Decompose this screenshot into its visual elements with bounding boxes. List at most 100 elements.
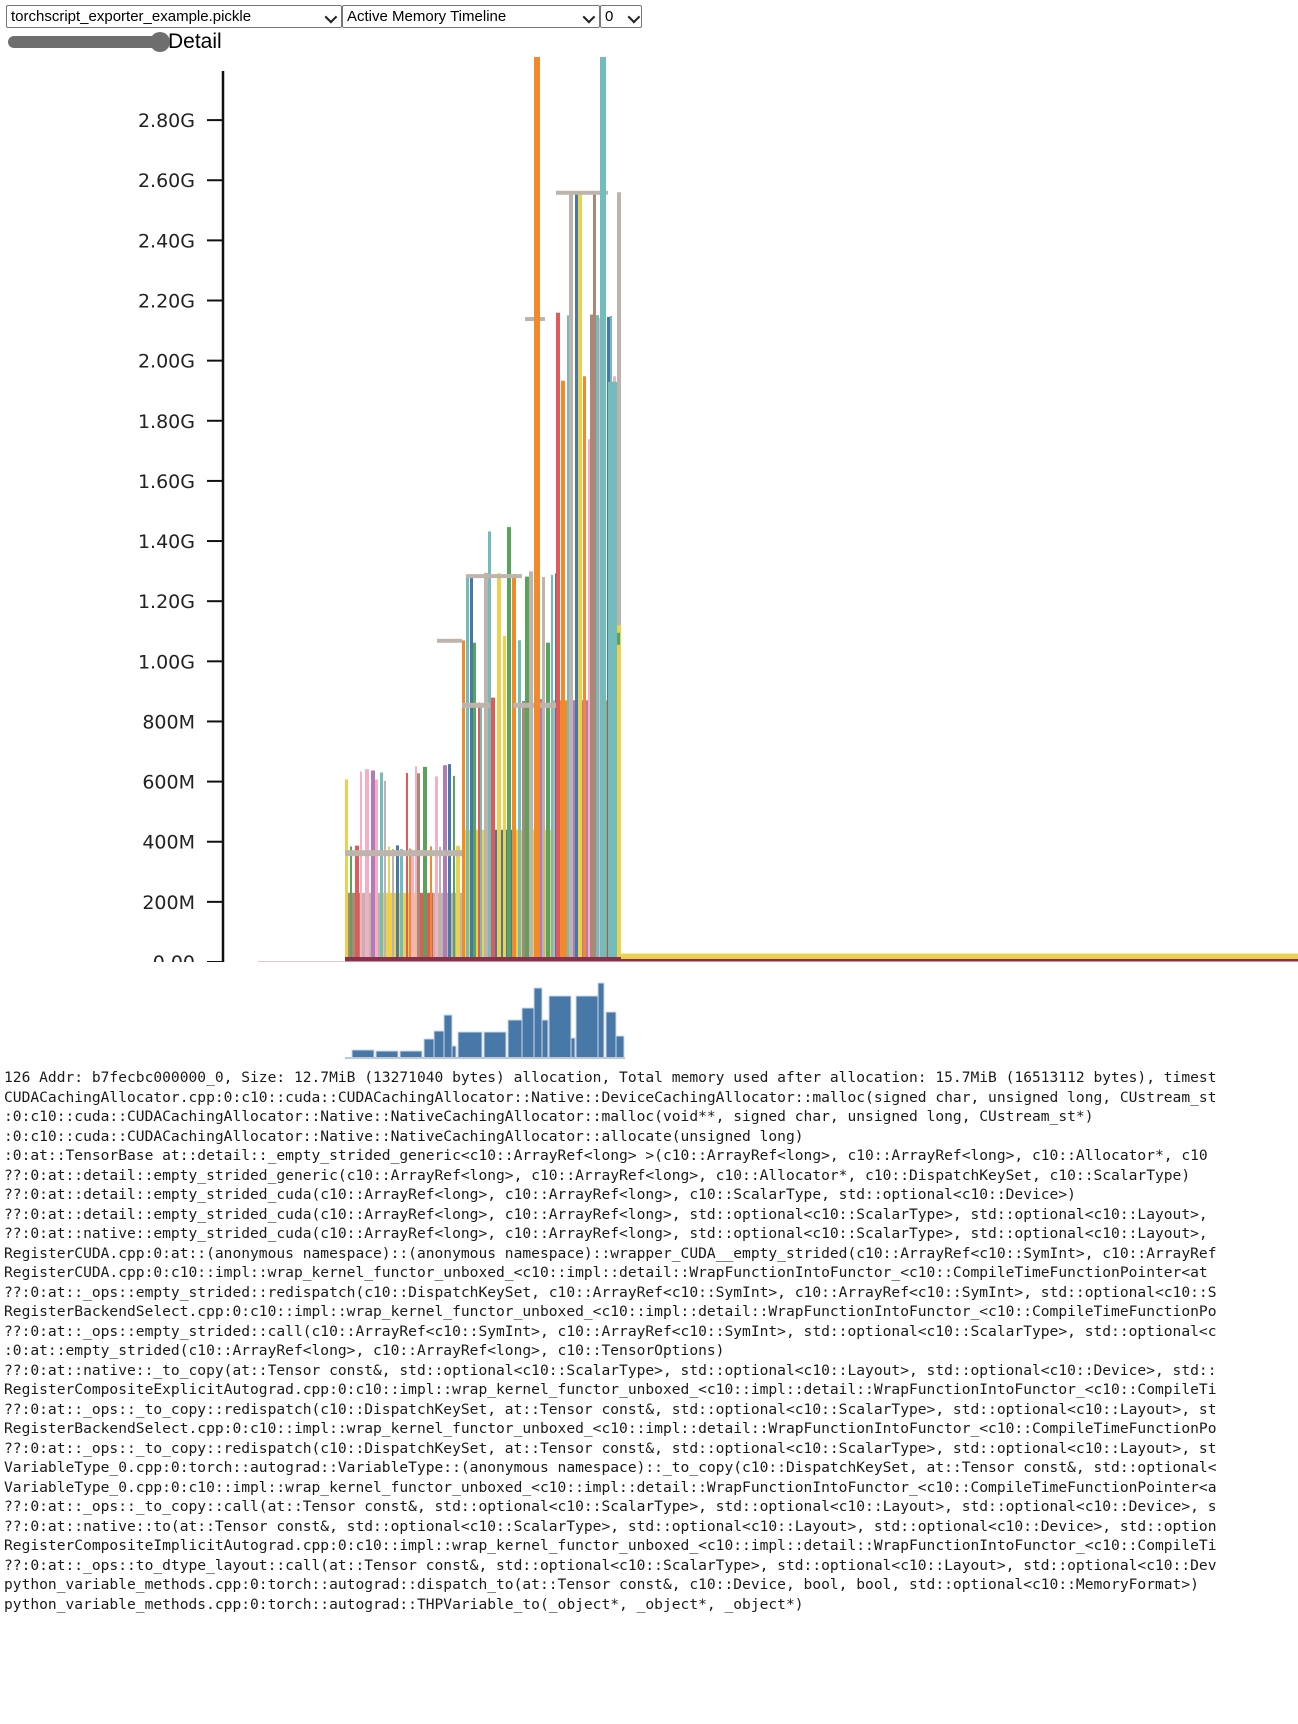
allocation-stripe[interactable]: [578, 192, 582, 962]
allocation-stripe[interactable]: [371, 770, 375, 962]
band-green-flag[interactable]: [617, 632, 620, 645]
allocation-stripe[interactable]: [569, 192, 573, 962]
allocation-stripe[interactable]: [593, 192, 596, 962]
file-select[interactable]: torchscript_exporter_example.pickle: [6, 5, 342, 28]
minimap-bar[interactable]: [351, 1049, 375, 1059]
minimap-bar[interactable]: [375, 1050, 399, 1059]
allocation-stripe[interactable]: [480, 703, 482, 962]
minimap-bar[interactable]: [507, 1019, 523, 1059]
allocation-stripe[interactable]: [473, 642, 476, 962]
plateau-1g[interactable]: [437, 638, 462, 643]
allocation-stripe[interactable]: [400, 849, 403, 962]
minimap-bar[interactable]: [483, 1031, 507, 1059]
minimap-bar[interactable]: [451, 1045, 457, 1059]
allocation-stripe[interactable]: [411, 849, 414, 962]
allocation-stripe[interactable]: [423, 766, 427, 962]
allocation-stripe[interactable]: [567, 315, 569, 962]
file-select-wrapper[interactable]: torchscript_exporter_example.pickle: [6, 5, 342, 28]
allocation-stripe[interactable]: [448, 764, 451, 962]
memory-timeline-plot[interactable]: 2.80G 2.60G 2.40G 2.20G 2.00G 1.80G 1.60G 1.40G…: [0, 57, 1298, 962]
allocation-stripe[interactable]: [430, 846, 432, 962]
allocation-stripe[interactable]: [491, 697, 495, 962]
plateau-13g[interactable]: [466, 574, 522, 579]
allocation-stripe[interactable]: [375, 779, 378, 962]
device-index-select[interactable]: 0: [600, 5, 642, 28]
minimap-bar[interactable]: [548, 995, 572, 1059]
detail-slider-knob[interactable]: [150, 32, 170, 52]
allocation-stripe[interactable]: [380, 772, 383, 962]
allocation-stripe[interactable]: [439, 846, 441, 962]
allocation-stripe[interactable]: [470, 577, 473, 962]
allocation-stripe[interactable]: [345, 779, 348, 962]
plateau-860m[interactable]: [462, 702, 490, 708]
minimap-bar[interactable]: [457, 1031, 483, 1059]
allocation-stripe[interactable]: [453, 775, 455, 962]
allocation-stripe[interactable]: [596, 315, 599, 962]
plateau-370m[interactable]: [345, 850, 462, 857]
allocation-stripe[interactable]: [525, 576, 529, 962]
allocation-stripe[interactable]: [518, 640, 521, 962]
allocation-stripe[interactable]: [588, 439, 590, 962]
allocation-stripe[interactable]: [406, 772, 408, 962]
band-teal-193g[interactable]: [608, 381, 617, 962]
allocation-stripe[interactable]: [488, 531, 491, 962]
minimap-bar[interactable]: [615, 1035, 625, 1059]
allocation-stripe[interactable]: [583, 376, 586, 962]
allocation-stripe[interactable]: [396, 845, 399, 962]
memory-timeline-svg[interactable]: 2.80G 2.60G 2.40G 2.20G 2.00G 1.80G 1.60G 1.40G…: [0, 57, 1298, 962]
allocation-stripe[interactable]: [529, 571, 533, 962]
allocation-stripe[interactable]: [575, 192, 578, 962]
allocation-stripe[interactable]: [355, 845, 359, 962]
allocation-stripe[interactable]: [507, 527, 511, 962]
allocation-stripe[interactable]: [350, 846, 352, 962]
allocation-stripe[interactable]: [415, 766, 417, 962]
allocation-stripe[interactable]: [522, 700, 525, 962]
minimap-bar[interactable]: [521, 1007, 535, 1059]
minimap-bar[interactable]: [605, 1011, 617, 1059]
allocation-stripe[interactable]: [503, 636, 506, 962]
minimap-bar[interactable]: [423, 1038, 435, 1059]
timeline-minimap-container[interactable]: [0, 962, 1298, 1062]
allocation-stripe[interactable]: [435, 776, 438, 962]
timeline-minimap[interactable]: [0, 962, 1298, 1062]
spike-teal-tall[interactable]: [600, 57, 606, 962]
allocation-stripe[interactable]: [462, 640, 465, 962]
minimap-bar[interactable]: [433, 1030, 445, 1059]
spike-orange-tall[interactable]: [534, 57, 540, 962]
allocation-stripe[interactable]: [388, 846, 390, 962]
allocation-stripe[interactable]: [466, 576, 469, 962]
allocation-stripe[interactable]: [556, 312, 560, 962]
allocation-stripe[interactable]: [561, 380, 565, 962]
band-yellow-flag[interactable]: [617, 625, 621, 962]
allocation-stripe[interactable]: [392, 848, 394, 962]
allocation-stripe[interactable]: [551, 574, 553, 962]
device-index-select-wrapper[interactable]: 0: [600, 5, 642, 28]
minimap-bar[interactable]: [575, 995, 599, 1059]
allocation-stripe[interactable]: [540, 699, 542, 962]
minimap-bar[interactable]: [541, 1019, 549, 1059]
plot-type-select-wrapper[interactable]: Active Memory Timeline: [342, 5, 600, 28]
minimap-bar[interactable]: [399, 1050, 423, 1059]
minimap-bars[interactable]: [351, 982, 625, 1059]
minimap-bar[interactable]: [443, 1014, 453, 1059]
allocation-stripe[interactable]: [417, 773, 420, 962]
allocation-stripe[interactable]: [443, 765, 447, 962]
allocation-stripe[interactable]: [409, 848, 411, 962]
allocation-stripe[interactable]: [542, 577, 545, 962]
allocation-stripe[interactable]: [478, 702, 480, 962]
allocation-stripe[interactable]: [514, 573, 516, 962]
minimap-bar[interactable]: [597, 982, 605, 1059]
allocation-stripe[interactable]: [484, 572, 488, 962]
allocation-stripe[interactable]: [590, 314, 593, 962]
minimap-bar[interactable]: [533, 987, 543, 1059]
allocation-stripe[interactable]: [456, 845, 460, 962]
allocation-stripe[interactable]: [384, 780, 386, 962]
allocation-stripe[interactable]: [360, 771, 362, 962]
detail-slider[interactable]: [8, 32, 170, 52]
allocation-stripe[interactable]: [365, 769, 369, 962]
minimap-bar[interactable]: [570, 1037, 576, 1059]
allocation-stripe[interactable]: [512, 575, 514, 962]
allocation-stripe[interactable]: [497, 573, 501, 962]
allocation-stripe[interactable]: [546, 642, 550, 962]
plot-type-select[interactable]: Active Memory Timeline: [342, 5, 600, 28]
